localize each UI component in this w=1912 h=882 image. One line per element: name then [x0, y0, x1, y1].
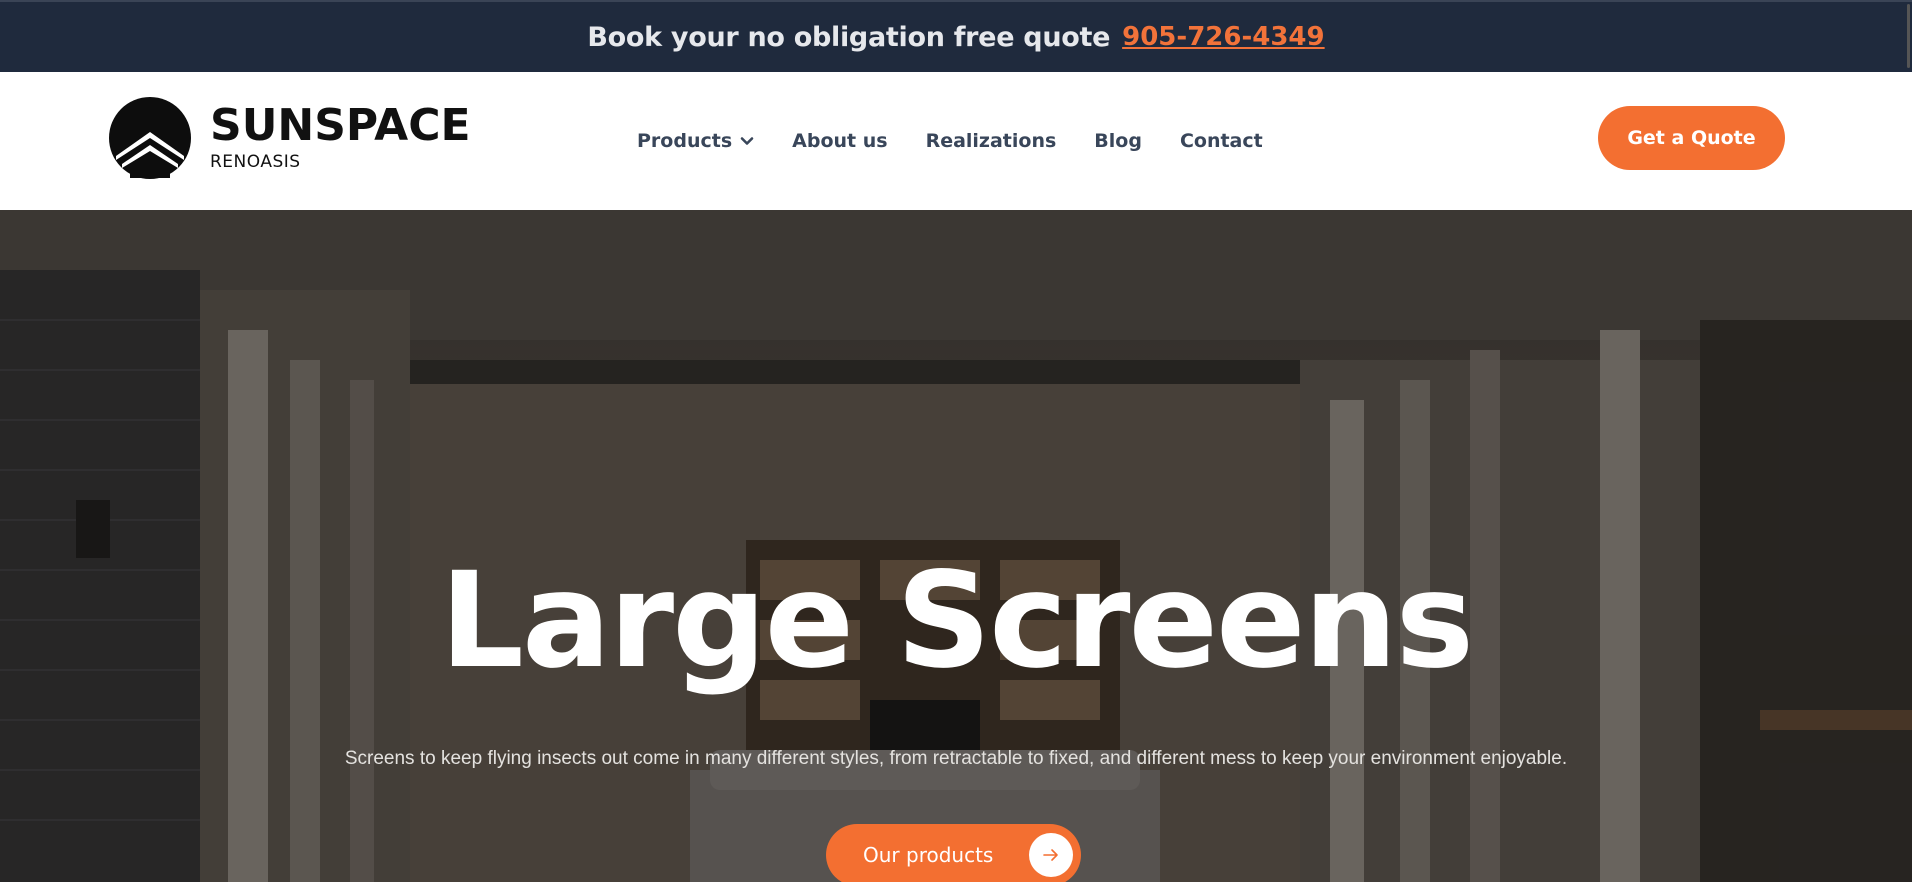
our-products-label: Our products: [863, 843, 994, 867]
site-header: SUNSPACE RENOASIS Products About us Real…: [0, 72, 1912, 210]
nav-item-products[interactable]: Products: [637, 130, 754, 152]
nav-item-label: Products: [637, 130, 733, 152]
hero-section: Large Screens Screens to keep flying ins…: [0, 210, 1912, 882]
nav-item-blog[interactable]: Blog: [1094, 130, 1142, 152]
nav-item-about[interactable]: About us: [792, 130, 887, 152]
hero-subtitle: Screens to keep flying insects out come …: [344, 748, 1568, 769]
nav-item-realizations[interactable]: Realizations: [926, 130, 1057, 152]
chevron-down-icon: [740, 137, 754, 145]
nav-item-label: About us: [792, 130, 888, 152]
nav-item-label: Realizations: [925, 130, 1057, 152]
quote-prompt-text: Book your no obligation free quote: [587, 21, 1111, 53]
site-logo[interactable]: SUNSPACE RENOASIS: [108, 96, 471, 180]
announcement-bar: Book your no obligation free quote 905-7…: [0, 0, 1912, 72]
main-nav: Products About us Realizations Blog Cont…: [637, 72, 1263, 210]
logo-subtitle: RENOASIS: [210, 152, 301, 172]
nav-item-label: Contact: [1179, 130, 1263, 152]
hero-title: Large Screens: [439, 544, 1474, 698]
our-products-button[interactable]: Our products: [826, 824, 1081, 882]
get-quote-button[interactable]: Get a Quote: [1598, 106, 1785, 170]
house-roof-logo-icon: [109, 97, 191, 179]
page-scrollbar[interactable]: [1902, 0, 1912, 882]
arrow-right-icon: [1029, 833, 1073, 877]
logo-wordmark: SUNSPACE: [210, 100, 471, 151]
nav-item-label: Blog: [1094, 130, 1142, 152]
nav-item-contact[interactable]: Contact: [1180, 130, 1263, 152]
phone-link[interactable]: 905-726-4349: [1122, 22, 1325, 52]
scrollbar-thumb[interactable]: [1907, 4, 1910, 68]
